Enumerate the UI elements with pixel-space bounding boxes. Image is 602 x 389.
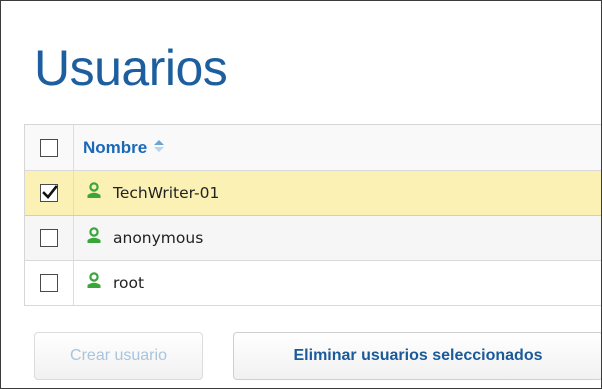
name-column-header-cell: Nombre <box>74 125 165 170</box>
user-name-cell: anonymous <box>74 216 203 260</box>
name-column-label: Nombre <box>83 137 148 157</box>
table-header-row: Nombre <box>25 125 601 171</box>
row-select-cell <box>25 171 74 215</box>
select-all-checkbox[interactable] <box>40 138 58 157</box>
name-column-header[interactable]: Nombre <box>83 138 165 158</box>
users-panel: Usuarios Nombre TechWriter-01 anonymous … <box>0 0 602 389</box>
table-row[interactable]: TechWriter-01 <box>25 171 601 216</box>
user-icon <box>86 272 102 294</box>
user-name-cell: root <box>74 261 144 305</box>
table-row[interactable]: anonymous <box>25 216 601 261</box>
row-select-cell <box>25 261 74 305</box>
user-name[interactable]: TechWriter-01 <box>113 184 219 202</box>
user-icon <box>86 227 102 249</box>
user-icon <box>86 182 102 204</box>
row-select-cell <box>25 216 74 260</box>
table-row[interactable]: root <box>25 261 601 306</box>
user-name-cell: TechWriter-01 <box>74 171 219 215</box>
sort-ascending-icon <box>153 138 165 158</box>
row-checkbox[interactable] <box>40 274 58 292</box>
create-user-button[interactable]: Crear usuario <box>34 332 203 380</box>
select-all-cell <box>25 125 74 170</box>
users-table: Nombre TechWriter-01 anonymous root <box>24 124 601 306</box>
row-checkbox-checked[interactable] <box>40 184 58 202</box>
user-name[interactable]: root <box>113 274 144 292</box>
row-checkbox[interactable] <box>40 229 58 247</box>
delete-selected-users-button[interactable]: Eliminar usuarios seleccionados <box>233 332 601 380</box>
user-name[interactable]: anonymous <box>113 229 203 247</box>
page-title: Usuarios <box>34 40 228 96</box>
